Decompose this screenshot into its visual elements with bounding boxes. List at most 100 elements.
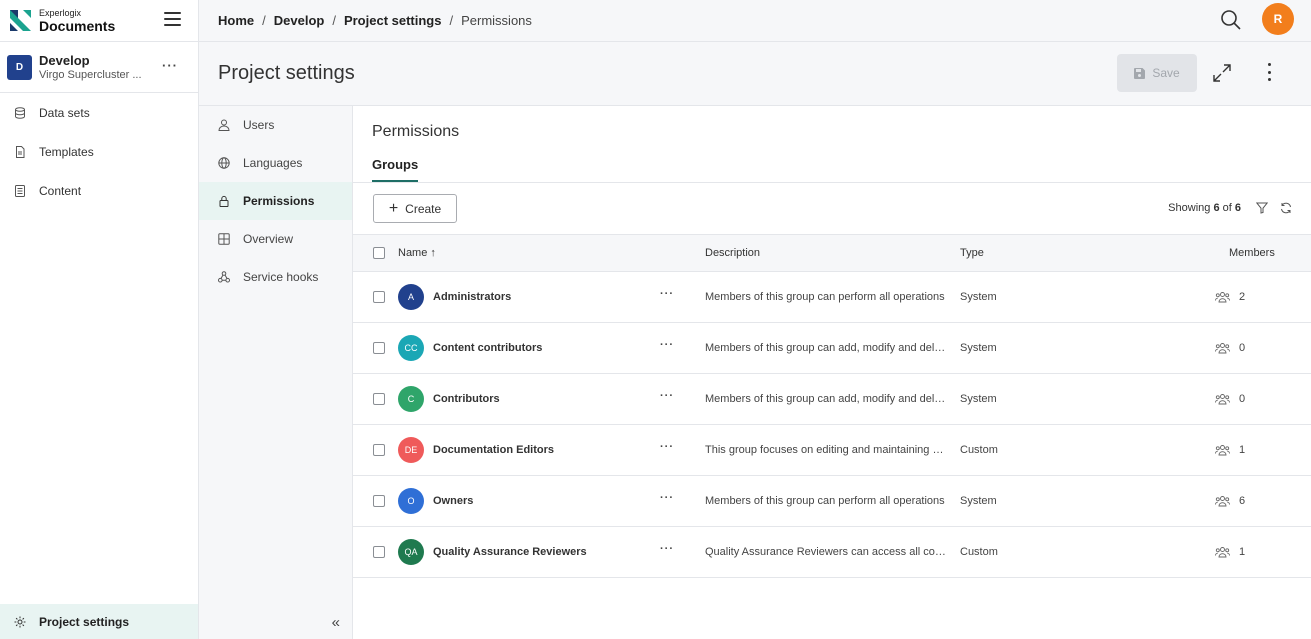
group-avatar: C xyxy=(398,386,424,412)
save-icon xyxy=(1134,67,1146,79)
row-checkbox[interactable] xyxy=(373,495,385,507)
sidebar-item-data-sets[interactable]: Data sets xyxy=(0,93,198,132)
showing-of: of xyxy=(1222,202,1232,214)
members-icon xyxy=(1215,495,1230,507)
column-description: Description xyxy=(705,247,761,259)
project-info: Develop Virgo Supercluster ... xyxy=(39,53,142,81)
members-icon xyxy=(1215,444,1230,456)
group-name[interactable]: Content contributors xyxy=(433,342,542,354)
create-button[interactable]: + Create xyxy=(373,194,457,223)
settings-nav-users[interactable]: Users xyxy=(199,106,352,144)
group-description: Members of this group can perform all op… xyxy=(705,291,945,303)
brand-name: Experlogix Documents xyxy=(39,8,116,34)
showing-total: 6 xyxy=(1234,202,1241,214)
refresh-icon[interactable] xyxy=(1280,202,1292,214)
row-more-icon[interactable]: ··· xyxy=(660,339,674,351)
members-icon xyxy=(1215,393,1230,405)
settings-nav-overview[interactable]: Overview xyxy=(199,220,352,258)
group-type: System xyxy=(960,393,997,405)
group-name[interactable]: Documentation Editors xyxy=(433,444,554,456)
groups-table-body: A Administrators ··· Members of this gro… xyxy=(353,272,1311,578)
breadcrumb-project-settings[interactable]: Project settings xyxy=(344,13,442,28)
group-type: System xyxy=(960,291,997,303)
showing-prefix: Showing xyxy=(1168,202,1211,214)
row-checkbox[interactable] xyxy=(373,291,385,303)
settings-nav-permissions[interactable]: Permissions xyxy=(199,182,352,220)
top-bar: Home / Develop / Project settings / Perm… xyxy=(199,0,1311,42)
user-icon xyxy=(218,119,230,131)
group-members-count: 0 xyxy=(1239,393,1246,405)
table-row[interactable]: QA Quality Assurance Reviewers ··· Quali… xyxy=(353,527,1311,578)
lock-icon xyxy=(218,195,230,207)
group-type: Custom xyxy=(960,546,998,558)
project-switcher[interactable]: D Develop Virgo Supercluster ... ··· xyxy=(0,42,198,93)
hamburger-menu-icon[interactable] xyxy=(164,12,181,26)
breadcrumb-develop[interactable]: Develop xyxy=(274,13,325,28)
sidebar-item-label: Project settings xyxy=(39,614,130,629)
project-more-icon[interactable]: ··· xyxy=(162,58,178,73)
group-name[interactable]: Contributors xyxy=(433,393,500,405)
breadcrumb-current: Permissions xyxy=(461,13,532,28)
user-avatar[interactable]: R xyxy=(1262,3,1294,35)
settings-nav-service-hooks[interactable]: Service hooks xyxy=(199,258,352,296)
breadcrumb-home[interactable]: Home xyxy=(218,13,254,28)
showing-count-value: 6 xyxy=(1213,202,1220,214)
group-avatar: CC xyxy=(398,335,424,361)
row-more-icon[interactable]: ··· xyxy=(660,543,674,555)
row-checkbox[interactable] xyxy=(373,342,385,354)
table-row[interactable]: DE Documentation Editors ··· This group … xyxy=(353,425,1311,476)
group-type: System xyxy=(960,495,997,507)
table-row[interactable]: C Contributors ··· Members of this group… xyxy=(353,374,1311,425)
row-more-icon[interactable]: ··· xyxy=(660,441,674,453)
main-content: Permissions Groups + Create Showing 6 of… xyxy=(353,106,1311,639)
row-checkbox[interactable] xyxy=(373,444,385,456)
row-more-icon[interactable]: ··· xyxy=(660,492,674,504)
table-row[interactable]: A Administrators ··· Members of this gro… xyxy=(353,272,1311,323)
group-name[interactable]: Owners xyxy=(433,495,473,507)
save-button[interactable]: Save xyxy=(1117,54,1197,92)
tab-groups[interactable]: Groups xyxy=(372,157,419,182)
sidebar-item-label: Templates xyxy=(39,144,94,159)
app-sidebar: Experlogix Documents D Develop Virgo Sup… xyxy=(0,0,199,639)
column-members: Members xyxy=(1229,247,1275,259)
select-all-checkbox[interactable] xyxy=(373,247,385,259)
row-checkbox[interactable] xyxy=(373,393,385,405)
group-description: Members of this group can perform all op… xyxy=(705,495,945,507)
group-members-count: 0 xyxy=(1239,342,1246,354)
content-icon xyxy=(14,184,26,197)
filter-icon[interactable] xyxy=(1255,202,1269,214)
page-header: Project settings Save xyxy=(199,42,1311,106)
expand-icon[interactable] xyxy=(1211,62,1233,84)
group-description: Quality Assurance Reviewers can access a… xyxy=(705,546,949,558)
settings-nav-languages[interactable]: Languages xyxy=(199,144,352,182)
group-name[interactable]: Administrators xyxy=(433,291,511,303)
grid-icon xyxy=(218,233,230,245)
breadcrumb-separator: / xyxy=(332,13,336,28)
members-icon xyxy=(1215,342,1230,354)
table-row[interactable]: O Owners ··· Members of this group can p… xyxy=(353,476,1311,527)
group-name[interactable]: Quality Assurance Reviewers xyxy=(433,546,587,558)
row-more-icon[interactable]: ··· xyxy=(660,390,674,402)
gear-icon xyxy=(14,616,26,628)
members-icon xyxy=(1215,546,1230,558)
row-more-icon[interactable]: ··· xyxy=(660,288,674,300)
group-description: This group focuses on editing and mainta… xyxy=(705,444,949,456)
save-button-label: Save xyxy=(1152,66,1180,80)
brand-line2: Documents xyxy=(39,17,116,34)
members-icon xyxy=(1215,291,1230,303)
group-members-count: 1 xyxy=(1239,444,1246,456)
row-checkbox[interactable] xyxy=(373,546,385,558)
group-avatar: O xyxy=(398,488,424,514)
settings-nav-label: Permissions xyxy=(243,194,315,208)
table-row[interactable]: CC Content contributors ··· Members of t… xyxy=(353,323,1311,374)
sidebar-item-project-settings[interactable]: Project settings xyxy=(0,604,198,639)
more-options-icon[interactable] xyxy=(1265,63,1273,81)
sidebar-item-templates[interactable]: Templates xyxy=(0,132,198,171)
search-icon[interactable] xyxy=(1220,9,1242,31)
column-name[interactable]: Name ↑ xyxy=(398,247,436,259)
sidebar-item-content[interactable]: Content xyxy=(0,171,198,210)
settings-nav: Users Languages Permissions Overview Ser… xyxy=(199,106,353,639)
logo-row: Experlogix Documents xyxy=(0,0,198,42)
group-members-count: 1 xyxy=(1239,546,1246,558)
collapse-sidebar-icon[interactable]: « xyxy=(332,614,340,631)
